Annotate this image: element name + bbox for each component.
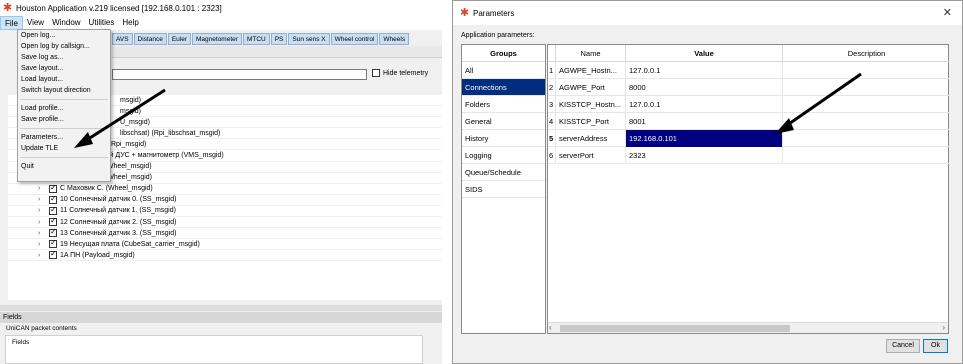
pointer-arrow-icon: [74, 88, 166, 148]
pointer-arrow-icon: [775, 72, 862, 134]
houston-app-window: ✱ Houston Application v.219 licensed [19…: [0, 0, 442, 364]
parameters-dialog: ✱ Parameters ✕ Application parameters: G…: [452, 0, 963, 364]
